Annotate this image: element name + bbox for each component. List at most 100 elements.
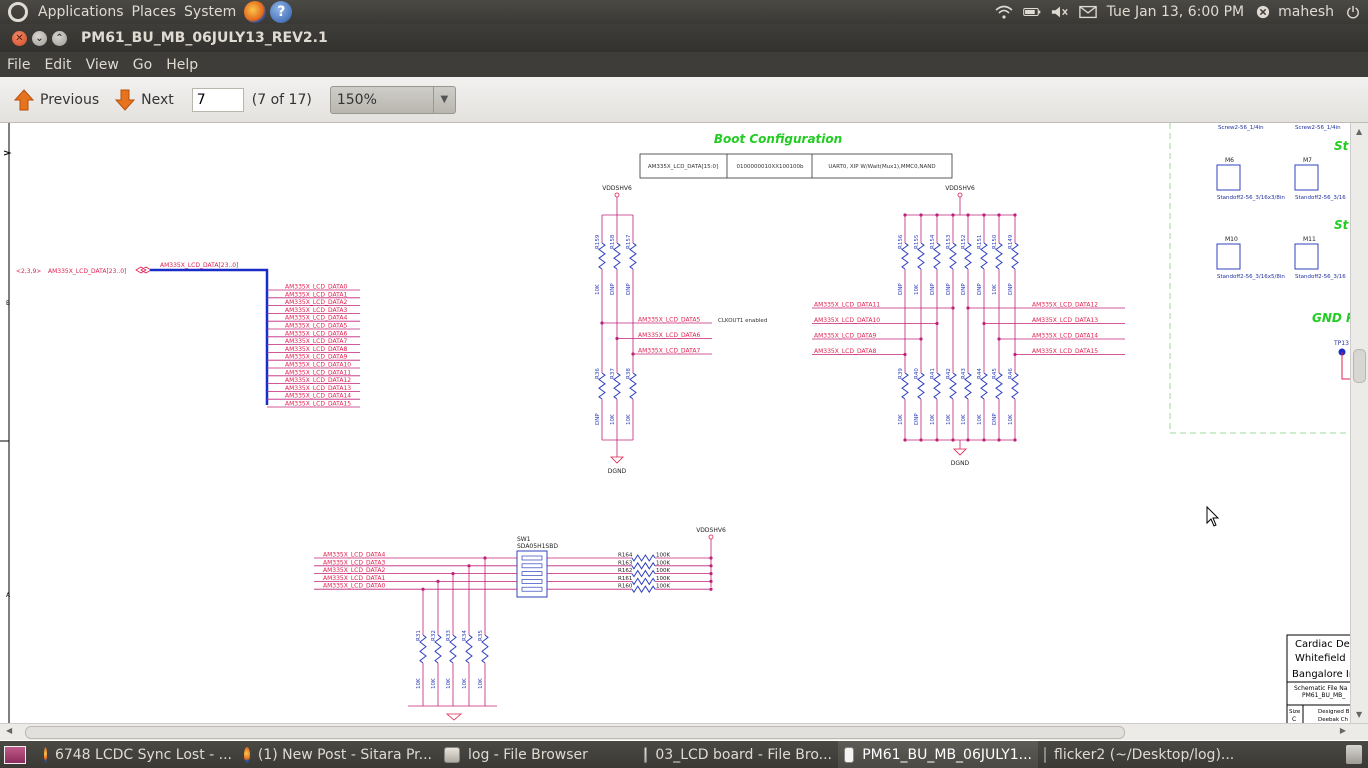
go-menu[interactable]: Go	[126, 57, 159, 73]
pullup-value: 100K	[656, 584, 670, 590]
boot-table-cell-1: AM335X_LCD_DATA[15:0]	[648, 164, 718, 170]
taskbar-item-label: 6748 LCDC Sync Lost - ...	[54, 746, 232, 763]
menubar: File Edit View Go Help	[0, 52, 1368, 77]
junction-dot	[1013, 352, 1017, 357]
net-label: AM335X_LCD_DATA7	[638, 348, 700, 355]
junction-dot	[935, 321, 939, 326]
chevron-down-icon[interactable]: ▼	[432, 86, 455, 113]
net-label: AM335X_LCD_DATA13	[1032, 317, 1098, 324]
power-icon[interactable]	[1344, 5, 1362, 19]
next-label: Next	[141, 91, 174, 108]
taskbar: 6748 LCDC Sync Lost - ... (1) New Post -…	[0, 741, 1368, 768]
taskbar-item-6[interactable]: flicker2 (~/Desktop/log)...	[1038, 741, 1238, 768]
user-menu[interactable]: mahesh	[1278, 4, 1334, 20]
help-launcher-icon[interactable]: ?	[270, 1, 293, 23]
side-title-2: St	[1334, 218, 1350, 232]
edit-menu[interactable]: Edit	[37, 57, 78, 73]
power-label: VDDSHV6	[602, 185, 632, 192]
mount-symbol	[1216, 243, 1241, 270]
taskbar-item-2[interactable]: (1) New Post - Sitara Pr...	[238, 741, 438, 768]
resistor-ref: R157	[626, 234, 632, 249]
bus-tap-label: AM335X_LCD_DATA14	[285, 393, 351, 400]
scroll-up-icon[interactable]: ▲	[1356, 127, 1362, 136]
wifi-icon[interactable]	[995, 5, 1013, 19]
pullup-ref: R160	[618, 584, 633, 590]
scroll-right-icon[interactable]: ▶	[1340, 726, 1346, 735]
resistor-ref: R41	[930, 368, 936, 379]
title-block-file-name: PM61_BU_MB_	[1302, 692, 1346, 699]
bus-tap-label: AM335X_LCD_DATA6	[285, 330, 347, 337]
firefox-launcher-icon[interactable]	[244, 1, 267, 23]
taskbar-item-3[interactable]: log - File Browser	[438, 741, 638, 768]
resistor-ref: R38	[626, 368, 632, 379]
junction-dot	[997, 213, 1001, 217]
firefox-icon	[44, 746, 47, 763]
resistor-value: 10K	[914, 284, 920, 295]
next-button[interactable]: Next	[111, 83, 178, 117]
scroll-left-icon[interactable]: ◀	[6, 726, 12, 735]
close-icon[interactable]: ✕	[12, 30, 27, 46]
document-view[interactable]: B A Boot Configuration AM335X_LCD_DATA[1…	[0, 123, 1368, 723]
vertical-scroll-thumb[interactable]	[1353, 349, 1366, 383]
net-label: AM335X_LCD_DATA6	[638, 332, 700, 339]
arrow-up-icon	[14, 88, 34, 110]
junction-dot	[903, 438, 907, 442]
resistor-ref: R152	[961, 235, 967, 249]
taskbar-item-5[interactable]: PM61_BU_MB_06JULY1...	[838, 741, 1038, 768]
trash-icon[interactable]	[1346, 745, 1362, 764]
zoom-select[interactable]: 150% ▼	[329, 85, 456, 114]
show-desktop-icon[interactable]	[4, 745, 26, 764]
side-title-1: St	[1334, 139, 1350, 153]
resistor-value: DNP	[898, 283, 904, 295]
previous-label: Previous	[40, 91, 100, 108]
resistor-ref: R149	[1008, 234, 1014, 249]
system-menu[interactable]: System	[180, 0, 240, 24]
resistor-value: 10K	[930, 414, 936, 425]
junction-dot	[709, 564, 713, 568]
maximize-icon[interactable]: ⌃	[52, 30, 67, 46]
page-number-input[interactable]	[191, 87, 244, 112]
taskbar-item-1[interactable]: 6748 LCDC Sync Lost - ...	[38, 741, 238, 768]
help-menu[interactable]: Help	[159, 57, 205, 73]
view-menu[interactable]: View	[79, 57, 126, 73]
document-icon	[844, 746, 855, 763]
user-status-icon	[1257, 5, 1270, 19]
resistor-value: DNP	[946, 283, 952, 295]
window-titlebar[interactable]: ✕ ⌄ ⌃ PM61_BU_MB_06JULY13_REV2.1	[0, 24, 1368, 52]
resistor-value: DNP	[610, 283, 616, 295]
resistor-ref: R156	[898, 234, 904, 249]
battery-icon[interactable]	[1022, 5, 1041, 19]
bus-tap-label: AM335X_LCD_DATA1	[285, 291, 347, 298]
arrow-down-icon	[115, 89, 136, 111]
horizontal-scroll-thumb[interactable]	[25, 726, 1125, 739]
resistor-ref: R33	[446, 630, 452, 641]
minimize-icon[interactable]: ⌄	[32, 30, 47, 46]
vertical-scrollbar[interactable]: ▲ ▼	[1350, 123, 1368, 723]
folder-icon	[644, 746, 648, 763]
dip-switch-position	[521, 555, 543, 561]
clock[interactable]: Tue Jan 13, 6:00 PM	[1107, 4, 1245, 20]
places-menu[interactable]: Places	[128, 0, 181, 24]
bus-tap-label: AM335X_LCD_DATA12	[285, 377, 351, 384]
ubuntu-logo-icon[interactable]	[8, 2, 28, 22]
junction-dot	[982, 213, 986, 217]
file-menu[interactable]: File	[0, 57, 37, 73]
junction-dot	[709, 572, 713, 576]
junction-dot	[966, 213, 970, 217]
bus-tap-label: AM335X_LCD_DATA3	[285, 307, 347, 314]
applications-menu[interactable]: Applications	[34, 0, 128, 24]
bus-tap-label: AM335X_LCD_DATA13	[285, 385, 351, 392]
horizontal-scrollbar[interactable]: ◀ ▶	[0, 723, 1368, 740]
junction-dot	[982, 321, 986, 326]
taskbar-item-label: flicker2 (~/Desktop/log)...	[1054, 746, 1235, 763]
previous-button[interactable]: Previous	[10, 83, 103, 117]
resistor-value: 10K	[1008, 414, 1014, 425]
power-label: VDDSHV6	[945, 185, 975, 192]
taskbar-item-4[interactable]: 03_LCD board - File Bro...	[638, 741, 838, 768]
title-block-file-label: Schematic File Na	[1294, 685, 1348, 692]
volume-icon[interactable]	[1051, 5, 1069, 19]
resistor-value: DNP	[961, 283, 967, 295]
resistor-ref: R39	[898, 368, 904, 379]
scroll-down-icon[interactable]: ▼	[1356, 710, 1362, 719]
mail-icon[interactable]	[1078, 5, 1097, 19]
